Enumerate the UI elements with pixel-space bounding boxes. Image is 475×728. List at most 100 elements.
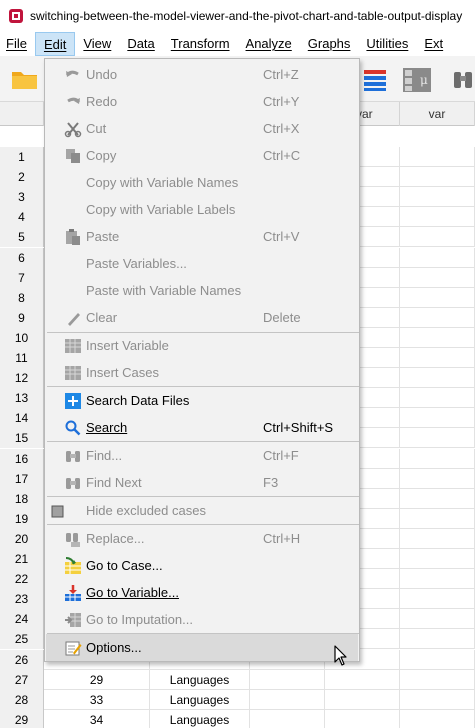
menu-transform[interactable]: Transform: [163, 32, 238, 56]
table-cell[interactable]: [325, 689, 400, 710]
menu-view[interactable]: View: [75, 32, 119, 56]
menu-item-copy[interactable]: Copy Ctrl+C: [46, 142, 358, 169]
table-cell[interactable]: [400, 589, 475, 610]
menu-item-search-data-files[interactable]: Search Data Files: [46, 387, 358, 414]
menu-item-cut[interactable]: Cut Ctrl+X: [46, 115, 358, 142]
row-number[interactable]: 29: [0, 709, 44, 728]
row-number[interactable]: 6: [0, 247, 44, 268]
table-cell[interactable]: [400, 207, 475, 228]
table-cell[interactable]: 34: [44, 709, 150, 728]
table-cell[interactable]: [400, 187, 475, 208]
menu-edit[interactable]: Edit: [34, 32, 76, 56]
table-cell[interactable]: [400, 549, 475, 569]
table-cell[interactable]: [250, 709, 325, 728]
open-folder-icon[interactable]: [10, 64, 40, 94]
table-cell[interactable]: [400, 569, 475, 590]
descriptive-statistics-icon[interactable]: μ: [402, 64, 432, 94]
row-number[interactable]: 1: [0, 147, 44, 167]
row-number[interactable]: 23: [0, 589, 44, 610]
row-number[interactable]: 15: [0, 428, 44, 449]
row-number[interactable]: 20: [0, 528, 44, 549]
table-cell[interactable]: [400, 649, 475, 670]
row-number[interactable]: 3: [0, 187, 44, 208]
menu-item-paste-variables[interactable]: Paste Variables...: [46, 250, 358, 277]
menu-item-insert-cases[interactable]: Insert Cases: [46, 359, 358, 386]
table-cell[interactable]: [400, 609, 475, 630]
row-number[interactable]: 18: [0, 488, 44, 509]
variables-icon[interactable]: [362, 64, 392, 94]
row-number[interactable]: 26: [0, 649, 44, 670]
row-number[interactable]: 17: [0, 468, 44, 489]
menu-item-options[interactable]: Options...: [46, 634, 358, 661]
menu-item-copy-with-variable-names[interactable]: Copy with Variable Names: [46, 169, 358, 196]
menu-item-go-to-case[interactable]: Go to Case...: [46, 552, 358, 579]
table-cell[interactable]: [250, 669, 325, 690]
menu-item-clear[interactable]: Clear Delete: [46, 304, 358, 331]
table-cell[interactable]: [400, 307, 475, 328]
row-number[interactable]: 28: [0, 689, 44, 710]
row-number[interactable]: 13: [0, 388, 44, 409]
row-number[interactable]: 11: [0, 348, 44, 368]
column-header-var[interactable]: var: [400, 102, 475, 126]
row-number[interactable]: 12: [0, 368, 44, 389]
menu-item-paste-with-variable-names[interactable]: Paste with Variable Names: [46, 277, 358, 304]
menu-item-go-to-imputation[interactable]: Go to Imputation...: [46, 606, 358, 633]
menu-extensions[interactable]: Ext: [416, 32, 451, 56]
table-cell[interactable]: [400, 227, 475, 248]
table-cell[interactable]: [400, 629, 475, 650]
row-number[interactable]: 9: [0, 307, 44, 328]
table-cell[interactable]: [325, 709, 400, 728]
menu-item-insert-variable[interactable]: Insert Variable: [46, 332, 358, 359]
menu-item-copy-with-variable-labels[interactable]: Copy with Variable Labels: [46, 196, 358, 223]
table-cell[interactable]: [400, 468, 475, 489]
menu-item-undo[interactable]: Undo Ctrl+Z: [46, 61, 358, 88]
table-cell[interactable]: [400, 428, 475, 449]
binoculars-toolbar-icon[interactable]: [448, 64, 475, 94]
row-number[interactable]: 5: [0, 227, 44, 248]
table-cell[interactable]: [400, 508, 475, 529]
table-cell[interactable]: [400, 408, 475, 429]
table-cell[interactable]: [400, 348, 475, 368]
row-number[interactable]: 22: [0, 569, 44, 590]
menu-analyze[interactable]: Analyze: [238, 32, 300, 56]
row-number[interactable]: 8: [0, 287, 44, 308]
table-cell[interactable]: [250, 689, 325, 710]
row-number[interactable]: 19: [0, 508, 44, 529]
menu-utilities[interactable]: Utilities: [358, 32, 416, 56]
menu-item-replace[interactable]: Replace... Ctrl+H: [46, 525, 358, 552]
table-cell[interactable]: [400, 267, 475, 288]
table-cell[interactable]: [400, 669, 475, 690]
row-number[interactable]: 16: [0, 448, 44, 469]
table-cell[interactable]: [400, 709, 475, 728]
menu-item-search[interactable]: Search Ctrl+Shift+S: [46, 414, 358, 441]
table-cell[interactable]: Languages: [150, 689, 250, 710]
row-number[interactable]: 25: [0, 629, 44, 650]
row-number[interactable]: 27: [0, 669, 44, 690]
table-cell[interactable]: [400, 368, 475, 389]
menu-data[interactable]: Data: [119, 32, 162, 56]
row-number[interactable]: 10: [0, 327, 44, 348]
table-cell[interactable]: Languages: [150, 669, 250, 690]
table-cell[interactable]: 33: [44, 689, 150, 710]
menu-item-find[interactable]: Find... Ctrl+F: [46, 442, 358, 469]
row-number[interactable]: 7: [0, 267, 44, 288]
row-number[interactable]: 14: [0, 408, 44, 429]
menu-item-hide-excluded-cases[interactable]: Hide excluded cases: [46, 497, 358, 524]
table-cell[interactable]: [400, 388, 475, 409]
menu-item-find-next[interactable]: Find Next F3: [46, 469, 358, 496]
table-cell[interactable]: [325, 669, 400, 690]
menu-graphs[interactable]: Graphs: [300, 32, 359, 56]
row-number[interactable]: 4: [0, 207, 44, 228]
menu-file[interactable]: File: [0, 32, 35, 56]
table-cell[interactable]: [400, 327, 475, 348]
table-cell[interactable]: [400, 488, 475, 509]
table-cell[interactable]: [400, 167, 475, 188]
table-cell[interactable]: [400, 689, 475, 710]
table-cell[interactable]: [400, 247, 475, 268]
table-cell[interactable]: [400, 448, 475, 469]
table-cell[interactable]: [400, 528, 475, 549]
row-number[interactable]: 21: [0, 549, 44, 569]
table-cell[interactable]: 29: [44, 669, 150, 690]
table-cell[interactable]: [400, 287, 475, 308]
table-cell[interactable]: [400, 147, 475, 167]
